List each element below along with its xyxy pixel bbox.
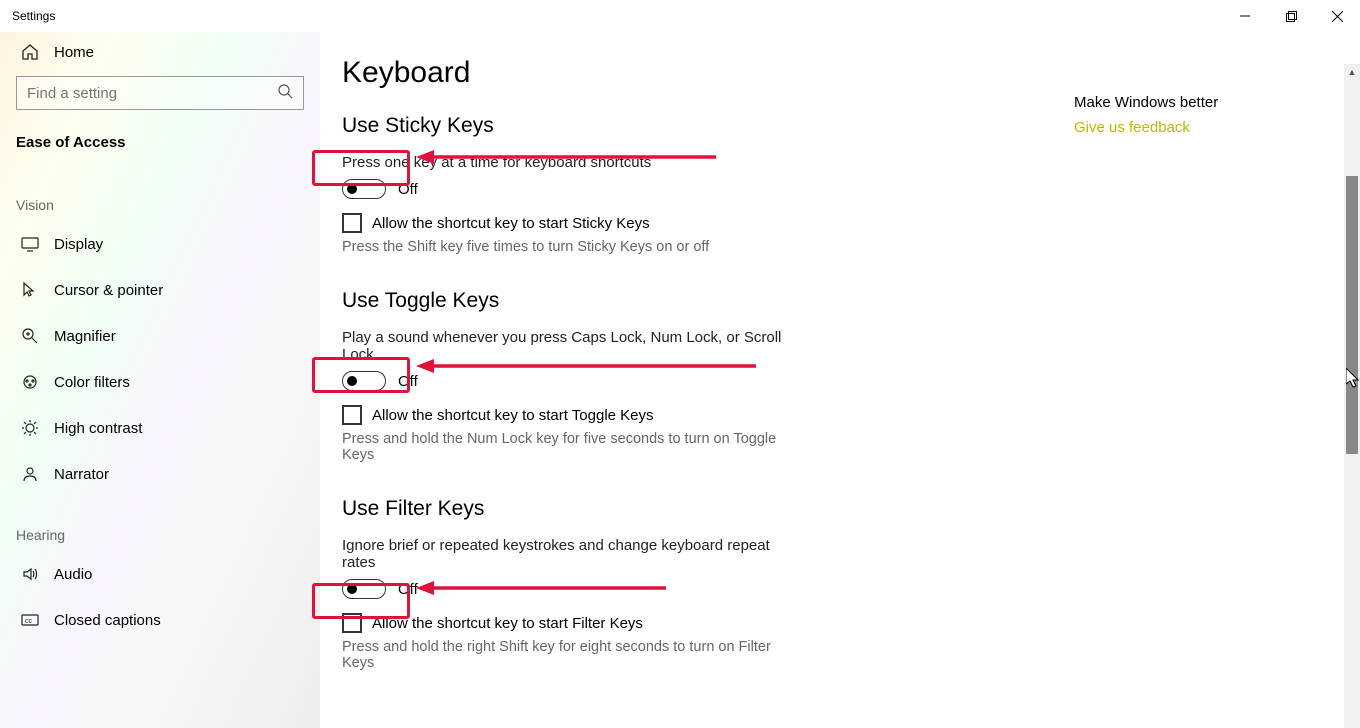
sticky-desc: Press one key at a time for keyboard sho… — [342, 154, 802, 171]
sticky-shortcut-checkbox[interactable] — [342, 213, 362, 233]
sidebar-item-label: Home — [54, 44, 94, 61]
toggle-desc: Play a sound whenever you press Caps Loc… — [342, 329, 802, 363]
sidebar-category: Ease of Access — [0, 124, 320, 167]
color-filters-icon — [20, 372, 40, 392]
sidebar-item-closed-captions[interactable]: cc Closed captions — [0, 597, 320, 643]
sidebar-item-label: High contrast — [54, 420, 142, 437]
sidebar-item-label: Color filters — [54, 374, 130, 391]
toggle-sub-desc: Press and hold the Num Lock key for five… — [342, 431, 802, 463]
scrollbar[interactable]: ▲ ▼ — [1344, 64, 1360, 728]
sidebar-item-narrator[interactable]: Narrator — [0, 451, 320, 497]
sidebar-item-label: Cursor & pointer — [54, 282, 163, 299]
sidebar-item-audio[interactable]: Audio — [0, 551, 320, 597]
narrator-icon — [20, 464, 40, 484]
sidebar-item-color-filters[interactable]: Color filters — [0, 359, 320, 405]
sidebar: Home Ease of Access Vision Display — [0, 32, 320, 728]
search-input[interactable] — [16, 76, 304, 110]
display-icon — [20, 234, 40, 254]
filter-sub-desc: Press and hold the right Shift key for e… — [342, 639, 802, 671]
maximize-button[interactable] — [1268, 0, 1314, 32]
window-title: Settings — [12, 9, 55, 23]
sidebar-item-home[interactable]: Home — [0, 32, 320, 76]
toggle-shortcut-checkbox[interactable] — [342, 405, 362, 425]
filter-toggle-state: Off — [398, 581, 418, 598]
sidebar-item-label: Magnifier — [54, 328, 116, 345]
feedback-link[interactable]: Give us feedback — [1074, 119, 1218, 136]
audio-icon — [20, 564, 40, 584]
sidebar-item-label: Closed captions — [54, 612, 161, 629]
sidebar-item-display[interactable]: Display — [0, 221, 320, 267]
sidebar-item-cursor[interactable]: Cursor & pointer — [0, 267, 320, 313]
sidebar-item-label: Display — [54, 236, 103, 253]
toggle-keys-toggle[interactable] — [342, 371, 386, 391]
minimize-button[interactable] — [1222, 0, 1268, 32]
section-heading-toggle: Use Toggle Keys — [342, 289, 802, 313]
close-button[interactable] — [1314, 0, 1360, 32]
scroll-thumb[interactable] — [1346, 176, 1358, 454]
sticky-toggle-state: Off — [398, 181, 418, 198]
magnifier-icon — [20, 326, 40, 346]
high-contrast-icon — [20, 418, 40, 438]
filter-keys-toggle[interactable] — [342, 579, 386, 599]
sidebar-item-label: Narrator — [54, 466, 109, 483]
cursor-icon — [20, 280, 40, 300]
sticky-keys-toggle[interactable] — [342, 179, 386, 199]
search-field[interactable] — [27, 85, 278, 102]
section-heading-sticky: Use Sticky Keys — [342, 114, 802, 138]
page-title: Keyboard — [342, 56, 1320, 90]
sidebar-item-label: Audio — [54, 566, 92, 583]
sidebar-item-high-contrast[interactable]: High contrast — [0, 405, 320, 451]
right-panel-heading: Make Windows better — [1074, 94, 1218, 111]
sidebar-group-vision: Vision — [0, 167, 320, 221]
filter-desc: Ignore brief or repeated keystrokes and … — [342, 537, 802, 571]
filter-shortcut-checkbox[interactable] — [342, 613, 362, 633]
sticky-sub-desc: Press the Shift key five times to turn S… — [342, 239, 802, 255]
toggle-toggle-state: Off — [398, 373, 418, 390]
sticky-checkbox-label: Allow the shortcut key to start Sticky K… — [372, 215, 650, 232]
sidebar-group-hearing: Hearing — [0, 497, 320, 551]
section-heading-filter: Use Filter Keys — [342, 497, 802, 521]
svg-text:cc: cc — [25, 618, 33, 625]
titlebar: Settings — [0, 0, 1360, 32]
scroll-up-icon[interactable]: ▲ — [1344, 64, 1360, 80]
sidebar-item-magnifier[interactable]: Magnifier — [0, 313, 320, 359]
filter-checkbox-label: Allow the shortcut key to start Filter K… — [372, 615, 643, 632]
home-icon — [20, 42, 40, 62]
closed-captions-icon: cc — [20, 610, 40, 630]
toggle-checkbox-label: Allow the shortcut key to start Toggle K… — [372, 407, 654, 424]
search-icon — [278, 84, 293, 102]
main-panel: Keyboard Use Sticky Keys Press one key a… — [320, 32, 1360, 728]
